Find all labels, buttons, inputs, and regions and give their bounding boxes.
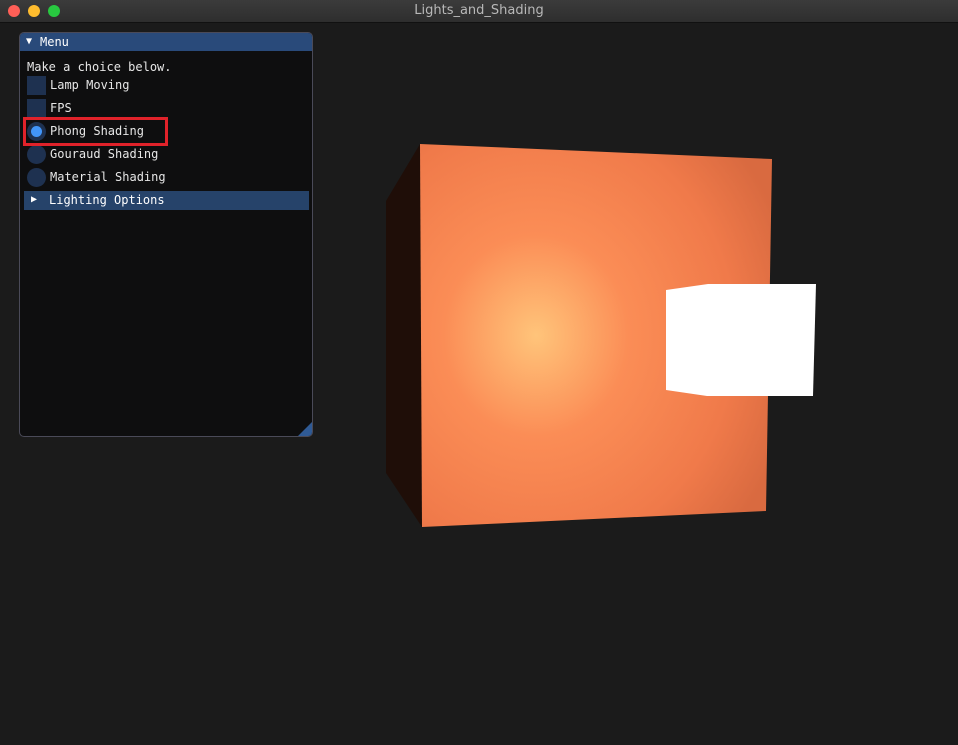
checkbox-box[interactable] bbox=[27, 99, 46, 118]
app-window: Lights_and_Shading ▼ Menu Make a choice … bbox=[0, 0, 958, 745]
lamp-moving-checkbox[interactable]: Lamp Moving bbox=[27, 76, 147, 96]
material-shading-radio[interactable]: Material Shading bbox=[27, 168, 187, 188]
window-title: Lights_and_Shading bbox=[414, 3, 544, 18]
fps-checkbox[interactable]: FPS bbox=[27, 99, 87, 119]
menu-header[interactable]: ▼ Menu bbox=[20, 33, 312, 51]
checkbox-box[interactable] bbox=[27, 76, 46, 95]
fps-label: FPS bbox=[50, 101, 72, 115]
menu-panel: ▼ Menu Make a choice below. Lamp Moving … bbox=[19, 32, 313, 437]
lamp-cube bbox=[666, 284, 816, 396]
material-shading-label: Material Shading bbox=[50, 170, 166, 184]
resize-grip-icon[interactable] bbox=[298, 422, 312, 436]
lighting-options-label: Lighting Options bbox=[49, 193, 165, 207]
radio-icon[interactable] bbox=[27, 145, 46, 164]
menu-instruction: Make a choice below. bbox=[27, 60, 172, 74]
lighting-options-header[interactable]: ▶ Lighting Options bbox=[24, 191, 309, 210]
expand-arrow-icon[interactable]: ▶ bbox=[31, 193, 37, 207]
title-bar: Lights_and_Shading bbox=[0, 0, 958, 23]
gouraud-shading-radio[interactable]: Gouraud Shading bbox=[27, 145, 177, 165]
gouraud-shading-label: Gouraud Shading bbox=[50, 147, 159, 161]
selection-highlight-box bbox=[23, 117, 168, 146]
collapse-arrow-icon[interactable]: ▼ bbox=[26, 35, 32, 49]
lamp-moving-label: Lamp Moving bbox=[50, 78, 130, 92]
menu-title: Menu bbox=[40, 35, 69, 49]
cube-side-face bbox=[386, 144, 422, 527]
radio-icon[interactable] bbox=[27, 168, 46, 187]
